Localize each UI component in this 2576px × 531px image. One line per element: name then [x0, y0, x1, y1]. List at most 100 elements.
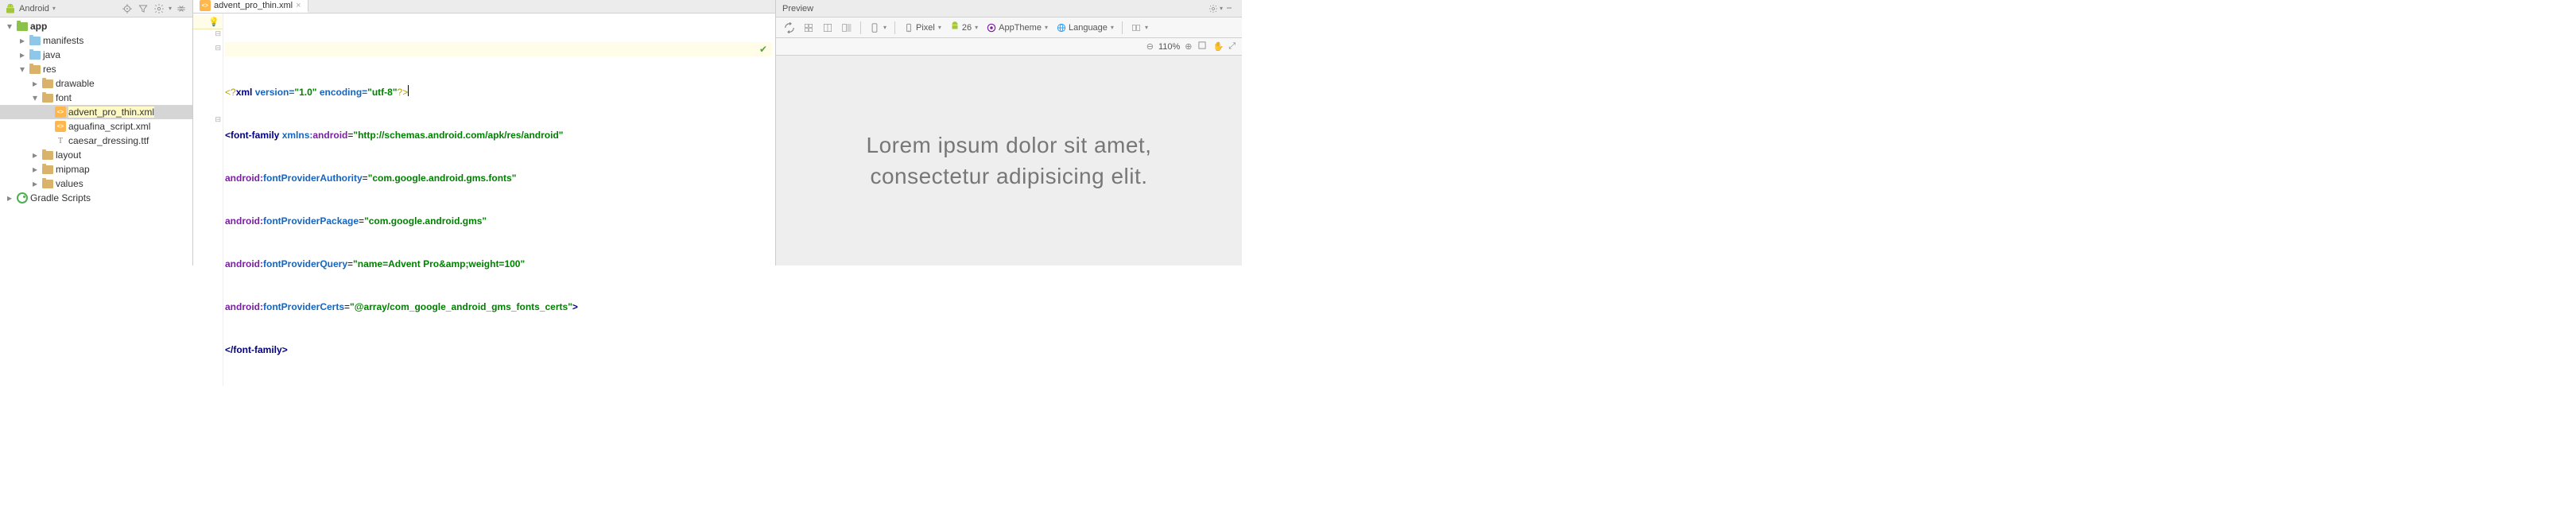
- tree-item-label: Gradle Scripts: [30, 192, 91, 203]
- tree-expand-closed-icon[interactable]: ▸: [17, 36, 27, 45]
- fold-minus-icon[interactable]: ⊟: [215, 29, 221, 38]
- fit-screen-button[interactable]: [1197, 40, 1208, 53]
- tree-item-label: aguafina_script.xml: [68, 121, 150, 132]
- folder-icon: [29, 48, 41, 61]
- surface-blueprint-icon[interactable]: [819, 21, 836, 35]
- collapse-icon[interactable]: [175, 2, 188, 15]
- variant-selector[interactable]: [1127, 21, 1151, 35]
- tree-item-values[interactable]: ▸ values: [0, 176, 192, 191]
- language-selector[interactable]: Language: [1053, 21, 1117, 35]
- tree-expand-closed-icon[interactable]: ▸: [30, 150, 40, 160]
- xml-file-icon: <>: [200, 0, 211, 11]
- preview-config-toolbar: Pixel 26 AppTheme Language: [776, 17, 1242, 38]
- tree-expand-closed-icon[interactable]: ▸: [17, 50, 27, 60]
- tree-expand-open-icon[interactable]: ▾: [5, 21, 14, 31]
- preview-canvas[interactable]: Lorem ipsum dolor sit amet, consectetur …: [776, 56, 1242, 266]
- tree-expand-closed-icon[interactable]: ▸: [30, 179, 40, 188]
- theme-selector[interactable]: AppTheme: [983, 21, 1051, 35]
- tree-expand-closed-icon[interactable]: ▸: [30, 165, 40, 174]
- dropdown-arrow-icon[interactable]: ▾: [52, 5, 56, 12]
- tree-item-label: res: [43, 64, 56, 75]
- project-sidebar: Android ▾ ▾ ▾app▸manifests▸java▾res▸draw…: [0, 0, 193, 266]
- gear-icon[interactable]: [1207, 2, 1220, 15]
- folder-icon: [41, 77, 54, 90]
- tree-expand-open-icon[interactable]: ▾: [30, 93, 40, 103]
- sidebar-toolbar: Android ▾ ▾: [0, 0, 192, 17]
- xml-file-icon: <>: [54, 106, 67, 118]
- font-preview-text: Lorem ipsum dolor sit amet, consectetur …: [867, 130, 1152, 192]
- tree-item-advent-pro-thin-xml[interactable]: <>advent_pro_thin.xml: [0, 105, 192, 119]
- tree-item-aguafina-script-xml[interactable]: <>aguafina_script.xml: [0, 119, 192, 134]
- android-robot-icon: [949, 21, 960, 34]
- tree-item-label: app: [30, 21, 47, 32]
- folder-icon: [29, 34, 41, 47]
- preview-zoom-bar: ⊖ 110% ⊕ ✋ ⤢: [776, 38, 1242, 56]
- refresh-button[interactable]: [781, 21, 798, 35]
- editor-tab-bar: <> advent_pro_thin.xml ×: [193, 0, 775, 14]
- filter-icon[interactable]: [137, 2, 149, 15]
- tree-expand-closed-icon[interactable]: ▸: [30, 79, 40, 88]
- tree-item-label: caesar_dressing.ttf: [68, 135, 149, 146]
- tree-item-label: values: [56, 178, 83, 189]
- code-area[interactable]: ✔ <?xml version="1.0" encoding="utf-8"?>…: [223, 14, 775, 386]
- tree-expand-none: [43, 107, 52, 117]
- gradle-icon: [16, 192, 29, 204]
- intention-bulb-icon[interactable]: 💡: [208, 17, 219, 27]
- zoom-out-button[interactable]: ⊖: [1146, 41, 1154, 52]
- editor-tab-label: advent_pro_thin.xml: [214, 1, 293, 10]
- tree-item-font[interactable]: ▾ font: [0, 91, 192, 105]
- tree-item-manifests[interactable]: ▸ manifests: [0, 33, 192, 48]
- expand-icon[interactable]: ⤢: [1228, 41, 1236, 52]
- device-selector[interactable]: Pixel: [900, 21, 945, 35]
- dropdown-arrow-icon[interactable]: ▾: [169, 5, 172, 12]
- tree-item-caesar-dressing-ttf[interactable]: Tcaesar_dressing.ttf: [0, 134, 192, 148]
- editor-panel: <> advent_pro_thin.xml × 💡 ⊟ ⊟ ⊟ ✔ <?xml…: [193, 0, 776, 266]
- orientation-selector[interactable]: [866, 21, 890, 35]
- tree-item-drawable[interactable]: ▸ drawable: [0, 76, 192, 91]
- sidebar-view-selector[interactable]: Android: [19, 4, 49, 14]
- tree-expand-none: [43, 136, 52, 145]
- target-icon[interactable]: [121, 2, 134, 15]
- close-tab-icon[interactable]: ×: [296, 1, 301, 10]
- text-cursor: [408, 85, 409, 96]
- tree-item-label: advent_pro_thin.xml: [68, 107, 154, 118]
- folder-icon: [29, 63, 41, 76]
- hide-icon[interactable]: [1223, 2, 1236, 15]
- tree-expand-closed-icon[interactable]: ▸: [5, 193, 14, 203]
- folder-icon: [41, 91, 54, 104]
- tree-item-res[interactable]: ▾ res: [0, 62, 192, 76]
- api-selector[interactable]: 26: [946, 19, 981, 36]
- pan-icon[interactable]: ✋: [1212, 41, 1224, 52]
- surface-grid-icon[interactable]: [800, 21, 817, 35]
- surface-both-icon[interactable]: [838, 21, 855, 35]
- fold-end-icon[interactable]: ⊟: [215, 115, 221, 124]
- tree-item-gradle-scripts[interactable]: ▸ Gradle Scripts: [0, 191, 192, 205]
- preview-header: Preview ▾: [776, 0, 1242, 17]
- tree-item-java[interactable]: ▸ java: [0, 48, 192, 62]
- tree-expand-open-icon[interactable]: ▾: [17, 64, 27, 74]
- android-robot-icon: [5, 3, 16, 14]
- inspection-ok-icon: ✔: [759, 42, 772, 56]
- editor-tab-advent-pro[interactable]: <> advent_pro_thin.xml ×: [193, 0, 308, 13]
- tree-item-mipmap[interactable]: ▸mipmap: [0, 162, 192, 176]
- fold-minus-icon[interactable]: ⊟: [215, 44, 221, 52]
- font-file-icon: T: [54, 134, 67, 147]
- tree-item-label: java: [43, 49, 60, 60]
- tree-item-label: layout: [56, 149, 81, 161]
- xml-file-icon: <>: [54, 120, 67, 133]
- gear-icon[interactable]: [153, 2, 165, 15]
- tree-item-label: font: [56, 92, 72, 103]
- tree-item-label: drawable: [56, 78, 95, 89]
- zoom-level: 110%: [1158, 42, 1180, 52]
- tree-item-app[interactable]: ▾ app: [0, 19, 192, 33]
- folder-icon: [41, 149, 54, 161]
- module-folder-icon: [16, 20, 29, 33]
- editor-body[interactable]: 💡 ⊟ ⊟ ⊟ ✔ <?xml version="1.0" encoding="…: [193, 14, 775, 386]
- tree-item-layout[interactable]: ▸ layout: [0, 148, 192, 162]
- project-tree[interactable]: ▾app▸manifests▸java▾res▸drawable▾font<>a…: [0, 17, 192, 266]
- editor-gutter: 💡 ⊟ ⊟ ⊟: [193, 14, 223, 386]
- zoom-in-button[interactable]: ⊕: [1185, 41, 1192, 52]
- tree-item-label: manifests: [43, 35, 83, 46]
- folder-icon: [41, 163, 54, 176]
- folder-icon: [41, 177, 54, 190]
